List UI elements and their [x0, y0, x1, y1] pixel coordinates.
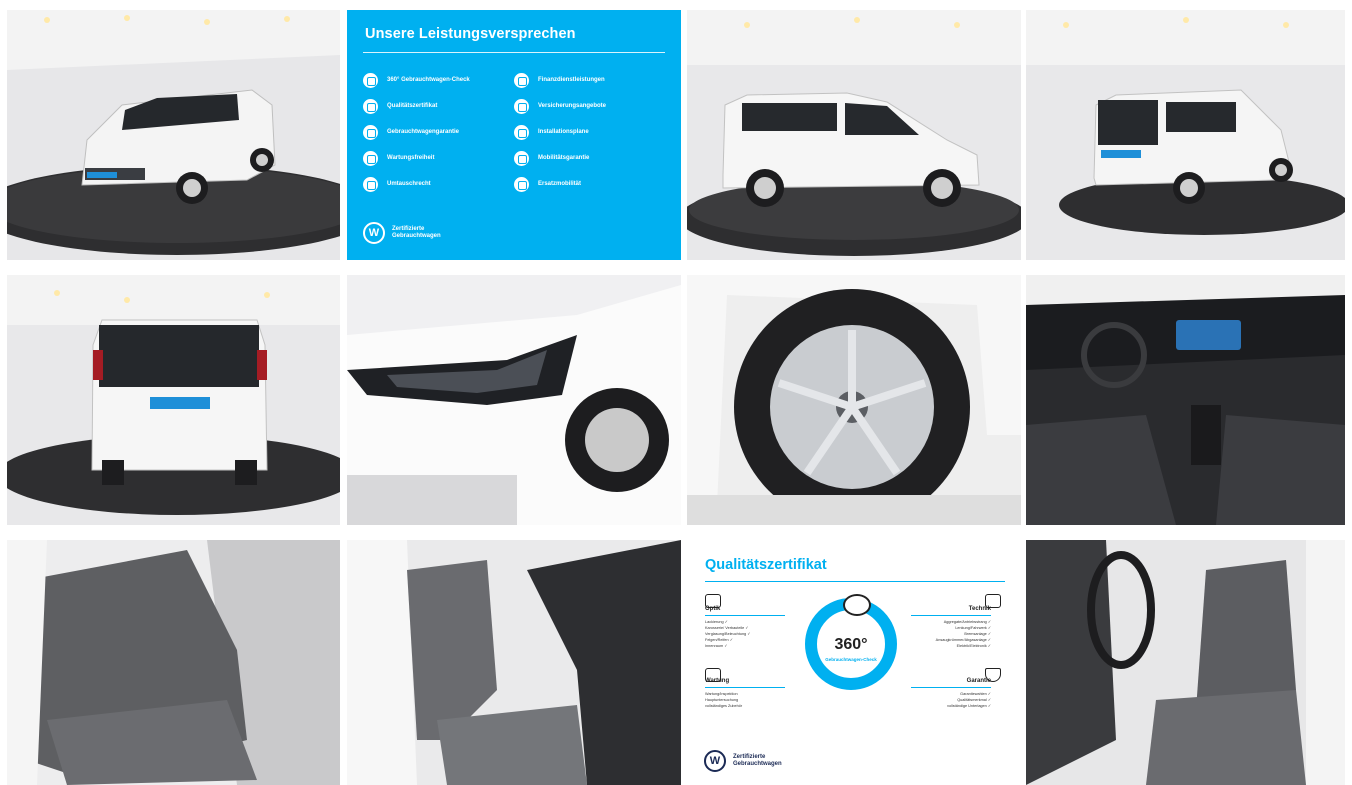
promise-item: Gebrauchtwagengarantie	[363, 119, 514, 145]
garantie-icon	[985, 668, 1001, 682]
quality-section-technik: Technik Aggregate/Antriebsstrang ✓ Lenku…	[899, 606, 991, 649]
quality-section-garantie: Garantie Garantiewahlen ✓ Qualitätsmerkm…	[899, 678, 991, 709]
car-rear-right-photo[interactable]	[1026, 10, 1345, 260]
wheel-photo[interactable]	[687, 275, 1021, 525]
front-seats-photo[interactable]	[347, 540, 681, 785]
car-rear-photo[interactable]	[7, 275, 340, 525]
vw-logo-icon: W	[704, 750, 726, 772]
quality-divider	[705, 581, 1005, 582]
promise-item: 360° Gebrauchtwagen-Check	[363, 67, 514, 93]
wartung-icon	[705, 668, 721, 682]
certified-brand: W Zertifizierte Gebrauchtwagen	[363, 222, 441, 244]
vw-logo-icon: W	[363, 222, 385, 244]
mobility-guarantee-icon	[514, 150, 529, 166]
photo-gallery: Unsere Leistungsversprechen 360° Gebrauc…	[7, 10, 1345, 785]
maintenance-icon	[363, 150, 378, 166]
certificate-icon	[363, 98, 378, 114]
quality-section-optik: Optik Lackierung ✓ Karosserie/ Verbautei…	[705, 606, 785, 649]
promise-item: Installationsplane	[514, 119, 665, 145]
replacement-mobility-icon	[514, 176, 529, 192]
promise-item: Ersatzmobilität	[514, 171, 665, 197]
certified-brand: W Zertifizierte Gebrauchtwagen	[704, 750, 782, 772]
dashboard-photo[interactable]	[1026, 275, 1345, 525]
car-icon	[843, 594, 871, 616]
check-360-icon	[363, 72, 378, 88]
headlight-photo[interactable]	[347, 275, 681, 525]
promise-item: Mobilitätsgarantie	[514, 145, 665, 171]
quality-certificate-card[interactable]: Qualitätszertifikat Optik Lackierung ✓ K…	[687, 540, 1021, 785]
promise-left-list: 360° Gebrauchtwagen-Check Qualitätszerti…	[363, 67, 514, 197]
finance-icon	[514, 72, 529, 88]
promise-item: Versicherungsangebote	[514, 93, 665, 119]
installment-icon	[514, 124, 529, 140]
driver-seat-photo[interactable]	[1026, 540, 1345, 785]
promise-title: Unsere Leistungsversprechen	[365, 26, 576, 42]
insurance-icon	[514, 98, 529, 114]
promise-item: Finanzdienstleistungen	[514, 67, 665, 93]
promise-card[interactable]: Unsere Leistungsversprechen 360° Gebrauc…	[347, 10, 681, 260]
quality-title: Qualitätszertifikat	[705, 557, 827, 573]
promise-item: Wartungsfreiheit	[363, 145, 514, 171]
promise-right-list: Finanzdienstleistungen Versicherungsange…	[514, 67, 665, 197]
promise-divider	[363, 52, 665, 53]
promise-item: Qualitätszertifikat	[363, 93, 514, 119]
360-check-ring: 360° Gebrauchtwagen-Check	[805, 594, 897, 690]
optik-icon	[705, 594, 721, 608]
quality-section-wartung: Wartung Wartung/Inspektion Hauptuntersuc…	[705, 678, 785, 709]
promise-item: Umtauschrecht	[363, 171, 514, 197]
warranty-icon	[363, 124, 378, 140]
rear-seats-photo[interactable]	[7, 540, 340, 785]
car-front-left-photo[interactable]	[7, 10, 340, 260]
exchange-icon	[363, 176, 378, 192]
car-side-photo[interactable]	[687, 10, 1021, 260]
technik-icon	[985, 594, 1001, 608]
